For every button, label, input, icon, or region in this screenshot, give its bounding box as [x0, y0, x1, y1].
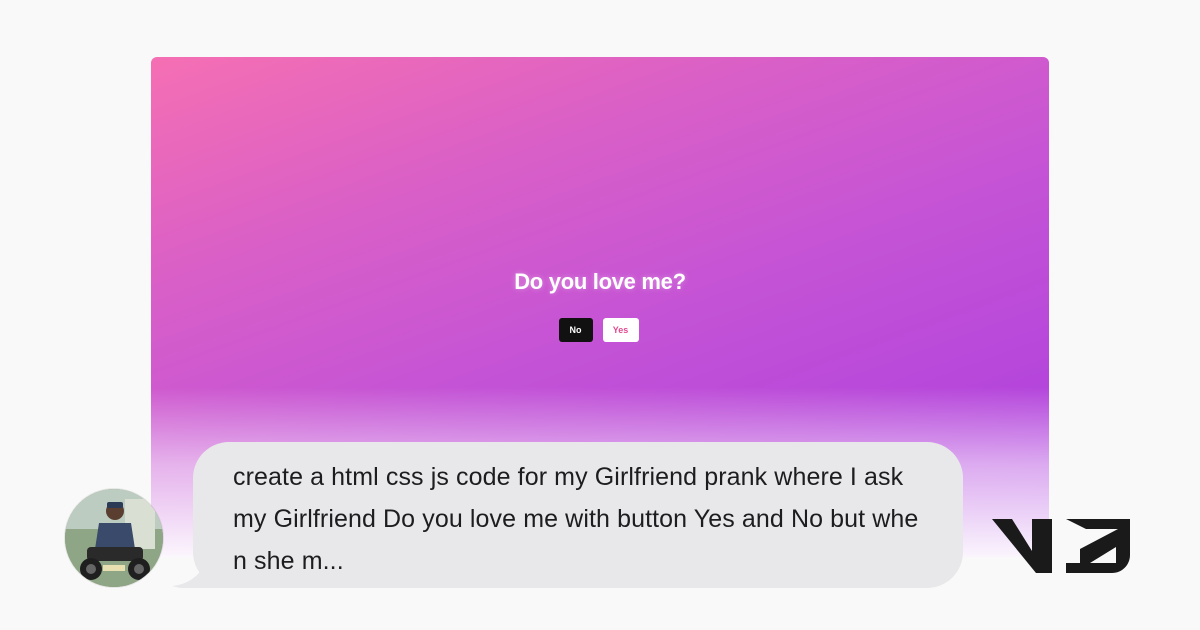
avatar-photo-icon — [65, 489, 163, 587]
answer-buttons: No Yes — [151, 318, 1049, 342]
og-card: Do you love me? No Yes create a html css… — [0, 0, 1200, 630]
no-button[interactable]: No — [558, 318, 593, 342]
prompt-message: create a html css js code for my Girlfri… — [233, 463, 919, 575]
yes-button[interactable]: Yes — [602, 318, 639, 342]
v0-logo-icon — [992, 519, 1130, 573]
chat-bubble: create a html css js code for my Girlfri… — [193, 442, 963, 588]
question-heading: Do you love me? — [514, 269, 686, 294]
user-avatar-icon — [65, 489, 163, 587]
